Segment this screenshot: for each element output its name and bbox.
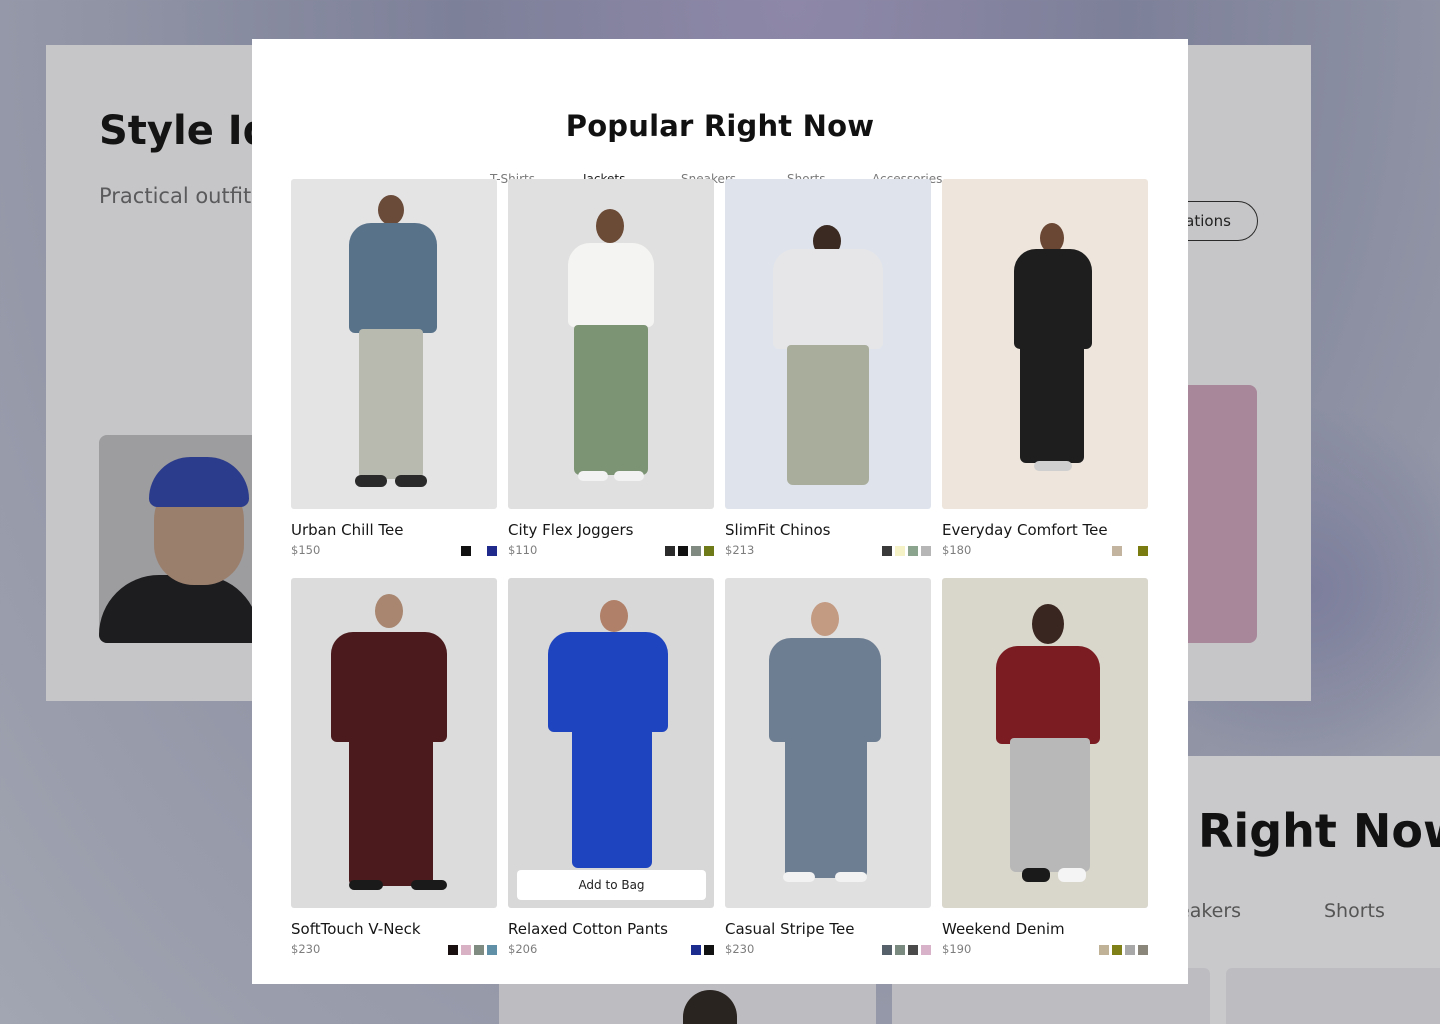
color-swatch[interactable] [691,945,701,955]
background-section-title-2: Right Now [1198,804,1440,858]
color-swatch[interactable] [704,546,714,556]
product-name[interactable]: Urban Chill Tee [291,521,403,539]
background-tab: Shorts [1324,900,1385,922]
color-swatch[interactable] [474,546,484,556]
product-image[interactable] [725,179,931,509]
color-swatch[interactable] [474,945,484,955]
popular-products-modal: Popular Right Now T-Shirts Jackets Sneak… [252,39,1188,984]
color-swatch[interactable] [487,546,497,556]
color-swatch[interactable] [908,546,918,556]
product-name[interactable]: Everyday Comfort Tee [942,521,1108,539]
background-product-card [1226,968,1440,1024]
product-price: $190 [942,942,972,956]
product-price: $213 [725,543,755,557]
product-price: $180 [942,543,972,557]
color-swatch[interactable] [1138,546,1148,556]
color-swatch[interactable] [1138,945,1148,955]
color-swatch[interactable] [1112,945,1122,955]
product-image[interactable] [725,578,931,908]
product-price: $150 [291,543,321,557]
color-swatch[interactable] [487,945,497,955]
product-name[interactable]: Weekend Denim [942,920,1065,938]
product-image[interactable] [942,578,1148,908]
color-swatches [1096,945,1148,955]
color-swatch[interactable] [678,546,688,556]
color-swatch[interactable] [691,546,701,556]
color-swatch[interactable] [921,546,931,556]
background-image-panel [1185,385,1257,643]
product-image[interactable] [291,578,497,908]
color-swatch[interactable] [1099,945,1109,955]
product-name[interactable]: Relaxed Cotton Pants [508,920,668,938]
color-swatch[interactable] [704,945,714,955]
product-image[interactable]: Add to Bag [508,578,714,908]
color-swatch[interactable] [921,945,931,955]
color-swatches [1109,546,1148,556]
color-swatches [879,546,931,556]
color-swatch[interactable] [448,945,458,955]
color-swatch[interactable] [461,945,471,955]
color-swatch[interactable] [1125,945,1135,955]
background-photo [99,435,259,643]
product-price: $110 [508,543,538,557]
product-name[interactable]: SoftTouch V-Neck [291,920,421,938]
color-swatch[interactable] [882,546,892,556]
color-swatch[interactable] [895,945,905,955]
background-section-description: Practical outfit effortless every [99,184,269,208]
color-swatches [688,945,714,955]
color-swatch[interactable] [895,546,905,556]
product-name[interactable]: Casual Stripe Tee [725,920,854,938]
color-swatches [879,945,931,955]
color-swatch[interactable] [882,945,892,955]
product-image[interactable] [508,179,714,509]
add-to-bag-button[interactable]: Add to Bag [517,870,706,900]
color-swatch[interactable] [461,546,471,556]
product-price: $230 [291,942,321,956]
color-swatches [662,546,714,556]
color-swatches [445,945,497,955]
color-swatch[interactable] [665,546,675,556]
product-name[interactable]: City Flex Joggers [508,521,633,539]
product-image[interactable] [291,179,497,509]
modal-title: Popular Right Now [565,109,875,143]
product-name[interactable]: SlimFit Chinos [725,521,830,539]
product-price: $206 [508,942,538,956]
product-image[interactable] [942,179,1148,509]
product-price: $230 [725,942,755,956]
color-swatch[interactable] [1125,546,1135,556]
color-swatch[interactable] [1112,546,1122,556]
color-swatch[interactable] [908,945,918,955]
color-swatches [458,546,497,556]
